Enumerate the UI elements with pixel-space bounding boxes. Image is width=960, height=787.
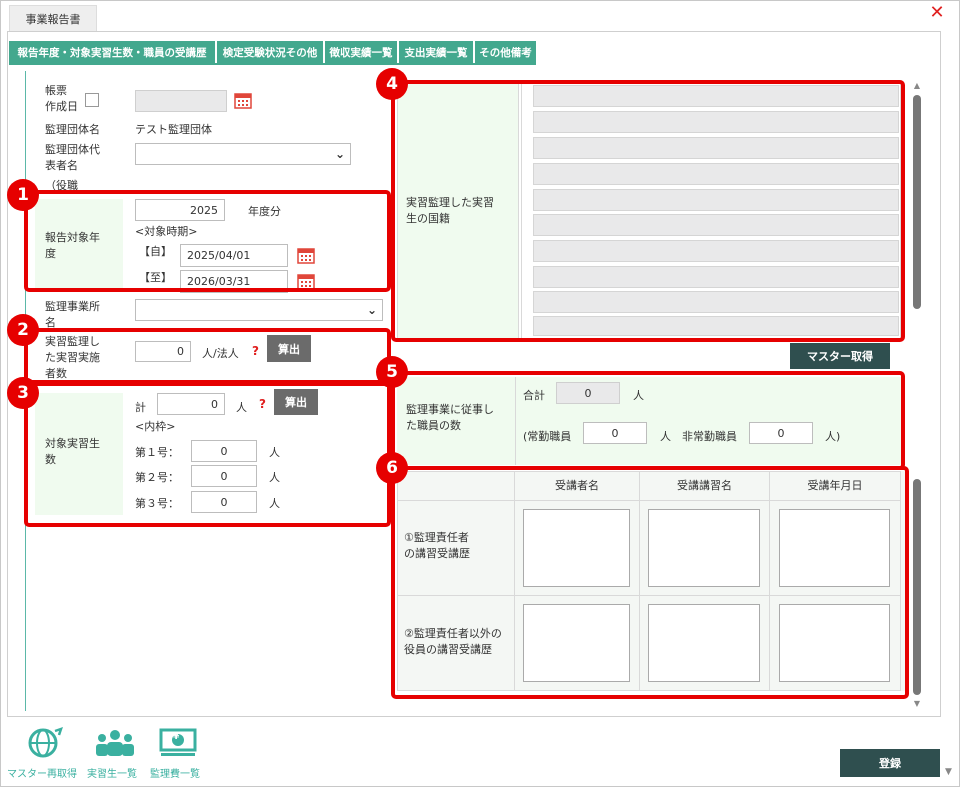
register-button[interactable]: 登録	[840, 749, 940, 777]
close-icon[interactable]: ✕	[927, 3, 947, 23]
badge-5: 5	[376, 356, 408, 388]
yakushoku-label: （役職	[45, 179, 78, 190]
badge-2: 2	[7, 314, 39, 346]
chevron-down-icon: ⌄	[334, 147, 345, 161]
tab-collection[interactable]: 徴収実績一覧	[325, 41, 397, 64]
highlight-box-5	[391, 371, 905, 470]
tab-other-notes[interactable]: その他備考	[475, 41, 536, 64]
calendar-icon[interactable]	[234, 92, 252, 109]
chohyo-date-input[interactable]	[135, 90, 227, 112]
tab-report-year[interactable]: 報告年度・対象実習生数・職員の受講歴	[9, 41, 215, 64]
tab-underline	[9, 63, 536, 65]
chevron-down-icon: ⌄	[366, 303, 377, 317]
jigyosho-select[interactable]: ⌄	[135, 299, 383, 321]
tab-exam-status[interactable]: 検定受験状況その他	[217, 41, 323, 64]
tab-expense[interactable]: 支出実績一覧	[399, 41, 473, 64]
fee-symbol: ¥	[173, 732, 180, 742]
master-get-button[interactable]: マスター取得	[790, 343, 890, 369]
highlight-box-1	[24, 190, 391, 292]
highlight-box-6	[391, 466, 909, 699]
globe-refresh-icon[interactable]	[25, 725, 63, 761]
chohyo-label: 帳票 作成日	[45, 84, 78, 113]
scroll-down-icon[interactable]: ▼	[912, 699, 922, 709]
dialog-window: 事業報告書 ✕ 報告年度・対象実習生数・職員の受講歴 検定受験状況その他 徴収実…	[0, 0, 960, 787]
scrollbar-thumb[interactable]	[913, 95, 921, 309]
daihyo-select[interactable]: ⌄	[135, 143, 351, 165]
badge-4: 4	[376, 68, 408, 100]
highlight-box-2	[24, 328, 391, 384]
daihyo-label: 監理団体代 表者名	[45, 143, 100, 172]
dantai-label: 監理団体名	[45, 123, 100, 136]
window-title-tab: 事業報告書	[9, 5, 97, 31]
jigyosho-label: 監理事業所名	[45, 300, 100, 329]
students-icon[interactable]	[95, 727, 135, 759]
highlight-box-4	[391, 80, 905, 342]
master-reload-link[interactable]: マスター再取得	[7, 765, 77, 780]
chohyo-checkbox[interactable]	[85, 93, 99, 107]
scrollbar-thumb[interactable]	[913, 479, 921, 695]
badge-1: 1	[7, 179, 39, 211]
dantai-value: テスト監理団体	[135, 123, 212, 136]
fees-link[interactable]: 監理費一覧	[150, 765, 200, 780]
badge-6: 6	[376, 452, 408, 484]
scroll-down-icon[interactable]: ▼	[945, 767, 952, 777]
badge-3: 3	[7, 377, 39, 409]
scroll-up-icon[interactable]: ▲	[912, 81, 922, 91]
highlight-box-3	[24, 382, 391, 527]
students-link[interactable]: 実習生一覧	[87, 765, 137, 780]
